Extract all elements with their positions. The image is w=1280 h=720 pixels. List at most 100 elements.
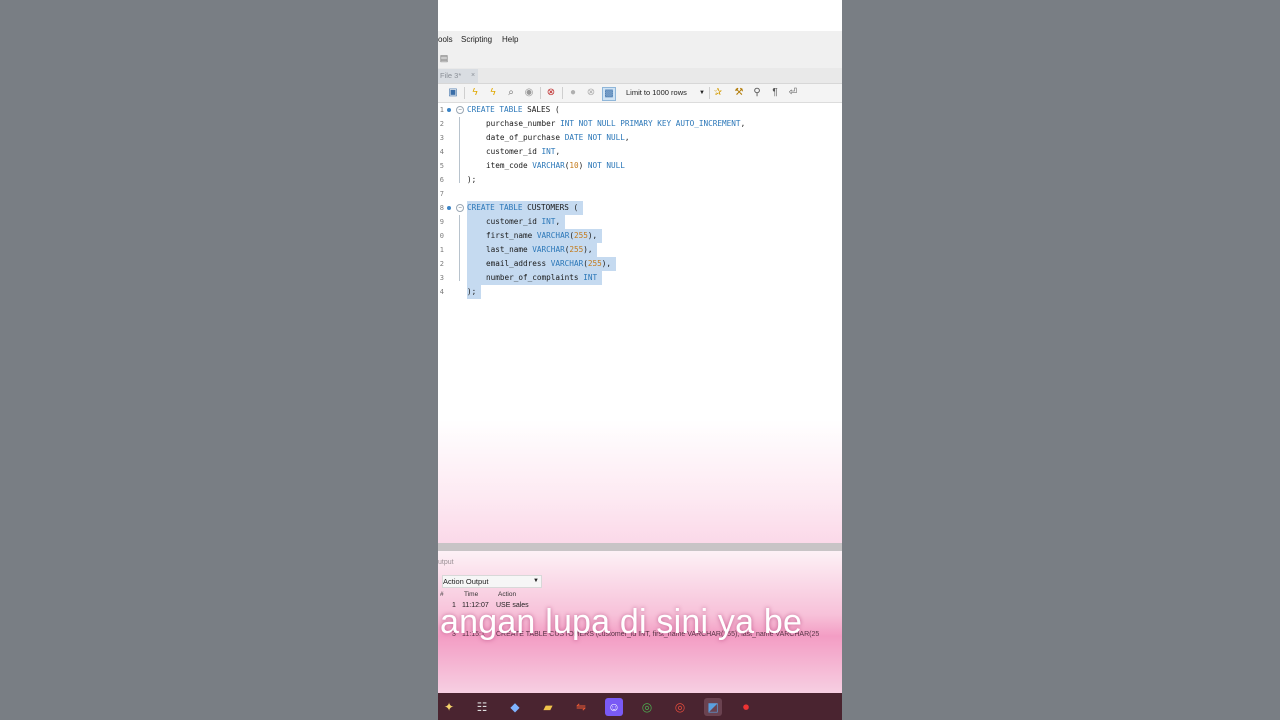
code-line[interactable]: 2 email_address VARCHAR(255), — [438, 257, 842, 271]
fold-guide — [459, 117, 460, 183]
column-action: Action — [498, 591, 517, 598]
sql-new-icon[interactable]: ▤ — [438, 52, 450, 64]
limit-rows-select[interactable]: Limit to 1000 rows ▼ — [623, 87, 707, 99]
fold-guide — [459, 215, 460, 281]
menu-bar: ools Scripting Help — [438, 31, 842, 48]
autocommit-icon[interactable]: ▩ — [602, 87, 616, 101]
execute-current-icon[interactable]: ϟ — [487, 87, 499, 99]
explain-icon[interactable]: ⌕ — [505, 87, 517, 99]
line-number: 0 — [439, 232, 444, 240]
recorder-icon[interactable]: ⏺ — [737, 698, 755, 716]
search-icon[interactable]: ⚲ — [751, 87, 763, 99]
code-text: ); — [467, 175, 477, 184]
line-number: 8 — [439, 204, 444, 212]
code-line[interactable]: 4 customer_id INT, — [438, 145, 842, 159]
separator — [709, 87, 710, 99]
line-number: 4 — [439, 148, 444, 156]
word-wrap-icon[interactable]: ⏎ — [787, 87, 799, 99]
selection-indent — [467, 215, 486, 229]
column-number: # — [440, 591, 444, 598]
chrome-icon[interactable]: ◎ — [638, 698, 656, 716]
line-number: 7 — [439, 190, 444, 198]
line-number: 5 — [439, 162, 444, 170]
discord-icon[interactable]: ☺ — [605, 698, 623, 716]
chrome-alt-icon[interactable]: ◎ — [671, 698, 689, 716]
code-line[interactable]: 2 purchase_number INT NOT NULL PRIMARY KE… — [438, 117, 842, 131]
limit-rows-value: Limit to 1000 rows — [626, 88, 687, 97]
find-icon[interactable]: ⊗ — [545, 87, 557, 99]
statement-marker-icon — [447, 108, 451, 112]
output-type-value: Action Output — [443, 577, 489, 586]
invisible-chars-icon[interactable]: ¶ — [769, 87, 781, 99]
code-line[interactable]: 5 item_code VARCHAR(10) NOT NULL — [438, 159, 842, 173]
chevron-down-icon: ▼ — [533, 578, 539, 584]
fold-toggle-icon[interactable]: − — [456, 204, 464, 212]
chevron-down-icon: ▼ — [699, 90, 705, 96]
close-icon[interactable]: × — [471, 69, 475, 83]
wrench-icon[interactable]: ⚒ — [733, 87, 745, 99]
separator — [562, 87, 563, 99]
beautify-icon[interactable]: ✰ — [712, 87, 724, 99]
code-text: ); — [467, 285, 481, 299]
code-text: number_of_complaints INT — [486, 271, 602, 285]
code-line[interactable]: 1 last_name VARCHAR(255), — [438, 243, 842, 257]
selection-indent — [467, 271, 486, 285]
line-number: 1 — [439, 106, 444, 114]
code-line[interactable]: 8 − CREATE TABLE CUSTOMERS ( — [438, 201, 842, 215]
line-number: 2 — [439, 120, 444, 128]
title-area — [438, 0, 842, 31]
code-text: customer_id INT, — [486, 147, 561, 156]
main-toolbar: ▤ — [438, 48, 842, 68]
commit-icon[interactable]: ● — [567, 87, 579, 99]
line-number: 9 — [439, 218, 444, 226]
menu-tools[interactable]: ools — [438, 35, 453, 44]
code-line[interactable]: 6); — [438, 173, 842, 187]
separator — [540, 87, 541, 99]
workbench-window: ools Scripting Help ▤ File 3* × ▏ ▣ ϟ ϟ … — [438, 0, 842, 720]
taskbar: ✦ ☷ ◆ ▰ ⇋ ☺ ◎ ◎ ◩ ⏺ — [438, 693, 842, 720]
line-number: 3 — [439, 134, 444, 142]
output-header: utput — [438, 559, 454, 566]
code-line[interactable]: 1 − CREATE TABLE SALES ( — [438, 103, 842, 117]
selection-indent — [467, 257, 486, 271]
git-icon[interactable]: ⇋ — [572, 698, 590, 716]
fold-toggle-icon[interactable]: − — [456, 106, 464, 114]
task-view-icon[interactable]: ☷ — [473, 698, 491, 716]
output-type-select[interactable]: Action Output ▼ — [442, 575, 542, 588]
save-icon[interactable]: ▣ — [447, 87, 459, 99]
code-text: first_name VARCHAR(255), — [486, 229, 602, 243]
selection-indent — [467, 243, 486, 257]
code-text: CREATE TABLE CUSTOMERS ( — [467, 201, 583, 215]
open-file-icon[interactable]: ▏ — [438, 87, 446, 99]
line-number: 3 — [439, 274, 444, 282]
panel-splitter[interactable] — [438, 543, 842, 551]
code-line[interactable]: 7 — [438, 187, 842, 201]
code-line[interactable]: 3 date_of_purchase DATE NOT NULL, — [438, 131, 842, 145]
video-caption: angan lupa di sini ya be — [438, 598, 842, 646]
sql-toolbar: ▏ ▣ ϟ ϟ ⌕ ◉ ⊗ ● ⊗ ▩ Limit to 1000 rows ▼… — [438, 84, 842, 103]
code-text: date_of_purchase DATE NOT NULL, — [486, 133, 630, 142]
stop-icon[interactable]: ◉ — [523, 87, 535, 99]
copilot-icon[interactable]: ✦ — [440, 698, 458, 716]
menu-scripting[interactable]: Scripting — [461, 35, 492, 44]
menu-help[interactable]: Help — [502, 35, 518, 44]
file-explorer-icon[interactable]: ▰ — [539, 698, 557, 716]
rollback-icon[interactable]: ⊗ — [585, 87, 597, 99]
code-text: purchase_number INT NOT NULL PRIMARY KEY… — [486, 119, 746, 128]
code-line[interactable]: 3 number_of_complaints INT — [438, 271, 842, 285]
tab-bar: File 3* × — [438, 68, 842, 84]
line-number: 1 — [439, 246, 444, 254]
caption-text: angan lupa di sini ya be — [440, 603, 803, 641]
code-line[interactable]: 9 customer_id INT, — [438, 215, 842, 229]
code-line[interactable]: 0 first_name VARCHAR(255), — [438, 229, 842, 243]
microsoft365-icon[interactable]: ◆ — [506, 698, 524, 716]
code-text: email_address VARCHAR(255), — [486, 257, 616, 271]
tab-label: File 3* — [440, 71, 462, 80]
sql-editor[interactable]: 1− CREATE TABLE SALES (2 purchase_number I… — [438, 103, 842, 543]
execute-icon[interactable]: ϟ — [469, 87, 481, 99]
mysql-workbench-icon[interactable]: ◩ — [704, 698, 722, 716]
tab-file-3[interactable]: File 3* × — [438, 69, 478, 83]
code-line[interactable]: 4); — [438, 285, 842, 299]
line-number: 4 — [439, 288, 444, 296]
line-number: 2 — [439, 260, 444, 268]
